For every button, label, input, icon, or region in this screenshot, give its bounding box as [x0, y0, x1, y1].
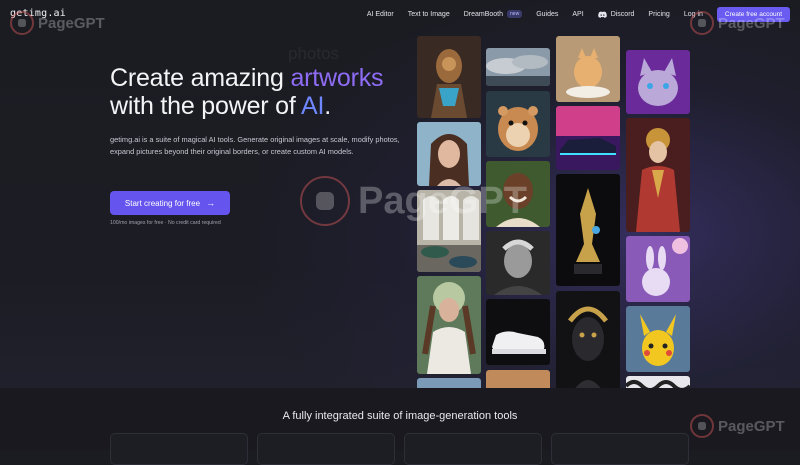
- gallery-image-flower-crown-woman[interactable]: [417, 276, 481, 374]
- gallery-image-sneaker[interactable]: [486, 299, 550, 365]
- features-title: A fully integrated suite of image-genera…: [282, 410, 518, 422]
- watermark-logo-icon: [300, 176, 350, 226]
- feature-card[interactable]: [257, 433, 395, 465]
- watermark-text: PageGPT: [718, 14, 785, 32]
- gallery-image-cat-cafe[interactable]: [556, 36, 620, 102]
- gallery-image-asian-woman[interactable]: [626, 118, 690, 232]
- gallery-image-neon-car[interactable]: [556, 106, 620, 170]
- watermark-logo-icon: [10, 11, 34, 35]
- gallery-image-clouds[interactable]: [486, 48, 550, 86]
- watermark-top-left: PageGPT: [10, 11, 105, 35]
- gallery-image-golden-sculpture[interactable]: [556, 174, 620, 286]
- watermark-logo-icon: [690, 414, 714, 438]
- gallery-image-pikachu[interactable]: [626, 306, 690, 372]
- gallery-image-neon-cat[interactable]: [626, 50, 690, 114]
- gallery-image-hamster[interactable]: [486, 91, 550, 157]
- gallery-image-warm[interactable]: [486, 370, 550, 390]
- watermark-bottom-right: PageGPT: [690, 414, 785, 438]
- watermark-text: PageGPT: [38, 14, 105, 32]
- gallery-image-bunny[interactable]: [626, 236, 690, 302]
- watermark-text: PageGPT: [718, 417, 785, 435]
- gallery-image-bw-portrait[interactable]: [486, 231, 550, 295]
- watermark-logo-icon: [690, 11, 714, 35]
- gallery-image-gold-mask[interactable]: [556, 291, 620, 390]
- gallery-image-armored-warrior[interactable]: [417, 36, 481, 118]
- watermark-text: PageGPT: [358, 179, 527, 222]
- feature-card[interactable]: [551, 433, 689, 465]
- watermark-top-right: PageGPT: [690, 11, 785, 35]
- feature-card[interactable]: [110, 433, 248, 465]
- watermark-center: PageGPT: [300, 176, 527, 226]
- feature-card[interactable]: [404, 433, 542, 465]
